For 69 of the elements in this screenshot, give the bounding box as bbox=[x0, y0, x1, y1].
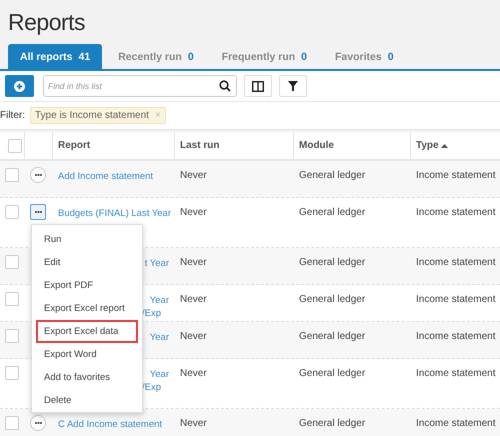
report-link[interactable]: Year bbox=[150, 331, 169, 344]
row-checkbox[interactable] bbox=[5, 205, 19, 219]
report-link[interactable]: /Exp bbox=[142, 381, 161, 394]
table-cell-text: General ledger bbox=[299, 294, 366, 305]
column-header[interactable]: Type bbox=[416, 140, 448, 151]
report-link[interactable]: Year bbox=[150, 294, 169, 307]
tab[interactable]: Frequently run 0 bbox=[210, 44, 320, 69]
report-link[interactable]: t Year bbox=[144, 257, 169, 270]
table-cell-text: General ledger bbox=[299, 170, 366, 181]
table-cell-text: General ledger bbox=[299, 418, 366, 429]
report-link[interactable]: Add Income statement bbox=[58, 170, 169, 183]
search-icon bbox=[219, 80, 231, 92]
row-checkbox[interactable] bbox=[5, 255, 19, 269]
report-link[interactable]: Year bbox=[150, 368, 169, 381]
row-checkbox[interactable] bbox=[5, 329, 19, 343]
filter-chip-text: Type is Income statement bbox=[35, 110, 149, 121]
filter-button[interactable] bbox=[279, 75, 307, 97]
row-actions-button[interactable] bbox=[30, 415, 46, 431]
report-link[interactable]: C Add Income statement bbox=[58, 418, 169, 431]
sort-up-icon bbox=[440, 144, 448, 148]
table-cell-text: Income statement bbox=[416, 368, 496, 379]
table-cell-text: Income statement bbox=[416, 207, 496, 218]
menu-item[interactable]: Run bbox=[36, 228, 138, 251]
table-cell-text: Never bbox=[180, 331, 208, 342]
report-link[interactable]: /Exp bbox=[142, 307, 161, 320]
table-cell-text: Income statement bbox=[416, 331, 496, 342]
table-cell-text: Income statement bbox=[416, 170, 496, 181]
row-checkbox[interactable] bbox=[5, 416, 19, 430]
row-checkbox[interactable] bbox=[5, 366, 19, 380]
filter-label: Filter: bbox=[0, 110, 25, 121]
columns-icon bbox=[252, 80, 264, 92]
select-all-checkbox[interactable] bbox=[8, 138, 22, 152]
columns-button[interactable] bbox=[244, 75, 272, 97]
table-cell-text: Never bbox=[180, 170, 208, 181]
table-cell-text: Never bbox=[180, 294, 208, 305]
table-cell-text: Never bbox=[180, 207, 208, 218]
column-header[interactable]: Last run bbox=[180, 140, 220, 151]
plus-icon bbox=[14, 80, 25, 92]
menu-item[interactable]: Export Word bbox=[36, 343, 138, 366]
row-actions-button[interactable] bbox=[30, 167, 46, 183]
add-button[interactable] bbox=[5, 75, 34, 97]
table-cell-text: General ledger bbox=[299, 207, 366, 218]
tab[interactable]: Recently run 0 bbox=[106, 44, 206, 69]
menu-item[interactable]: Edit bbox=[36, 251, 138, 274]
row-actions-button[interactable] bbox=[30, 204, 46, 220]
menu-item[interactable]: Delete bbox=[36, 389, 138, 412]
table-cell-text: General ledger bbox=[299, 368, 366, 379]
menu-item[interactable]: Export Excel report bbox=[36, 297, 138, 320]
table-cell-text: Never bbox=[180, 368, 208, 379]
menu-item[interactable]: Export PDF bbox=[36, 274, 138, 297]
table-cell-text: Never bbox=[180, 418, 208, 429]
table-cell-text: General ledger bbox=[299, 331, 366, 342]
column-header[interactable]: Report bbox=[58, 140, 90, 151]
menu-item[interactable]: Add to favorites bbox=[36, 366, 138, 389]
row-checkbox[interactable] bbox=[5, 168, 19, 182]
filter-icon bbox=[288, 81, 298, 91]
table-cell-text: Never bbox=[180, 257, 208, 268]
table-cell-text: Income statement bbox=[416, 257, 496, 268]
report-link[interactable]: Budgets (FINAL) Last Year bbox=[58, 207, 169, 220]
tab[interactable]: Favorites 0 bbox=[323, 44, 406, 69]
table-cell-text: Income statement bbox=[416, 294, 496, 305]
row-checkbox[interactable] bbox=[5, 292, 19, 306]
table-cell-text: General ledger bbox=[299, 257, 366, 268]
column-header[interactable]: Module bbox=[299, 140, 334, 151]
menu-item[interactable]: Export Excel data bbox=[36, 320, 138, 343]
tab[interactable]: All reports 41 bbox=[8, 44, 102, 69]
page-title: Reports bbox=[7, 8, 86, 37]
table-cell-text: Income statement bbox=[416, 418, 496, 429]
search-field[interactable]: Find in this list bbox=[43, 75, 237, 97]
